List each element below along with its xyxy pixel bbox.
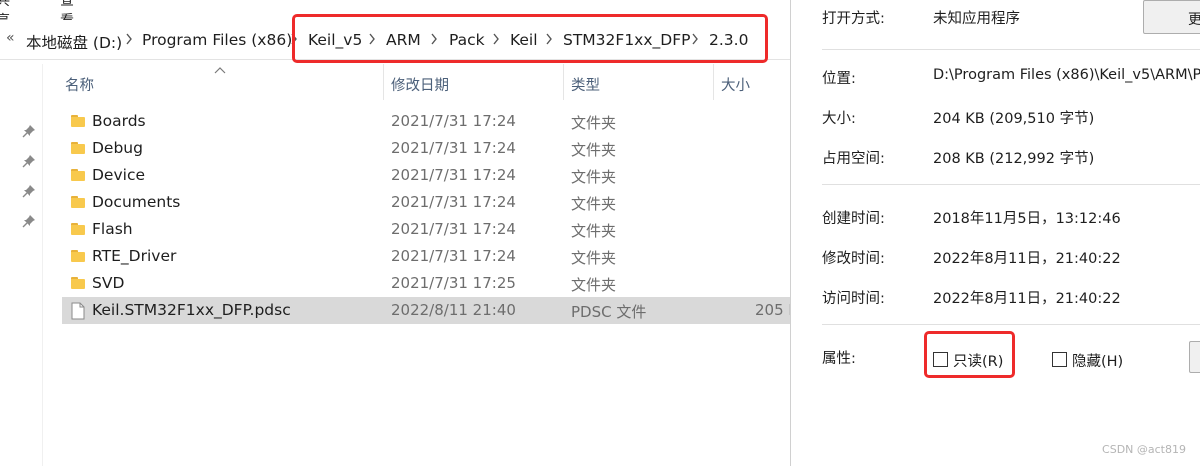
open-with-value: 未知应用程序 xyxy=(933,11,1020,27)
folder-icon xyxy=(70,113,86,133)
column-header-row: 名称 修改日期 类型 大小 xyxy=(0,64,790,100)
nav-pane-divider xyxy=(42,64,43,466)
file-icon xyxy=(70,302,86,324)
file-name: Keil.STM32F1xx_DFP.pdsc xyxy=(92,301,291,319)
breadcrumb-drive[interactable]: 本地磁盘 (D:) xyxy=(26,31,122,53)
disk-size-value: 208 KB (212,992 字节) xyxy=(933,151,1095,167)
checkbox-box[interactable] xyxy=(1052,352,1067,367)
table-row[interactable]: Documents 2021/7/31 17:24 文件夹 xyxy=(62,189,790,216)
file-name: Documents xyxy=(92,193,181,211)
highlight-box-readonly xyxy=(924,331,1015,378)
file-type: 文件夹 xyxy=(571,276,617,294)
watermark: CSDN @act819 xyxy=(1102,443,1186,456)
breadcrumb-program-files[interactable]: Program Files (x86) xyxy=(142,31,292,49)
folder-icon xyxy=(70,248,86,268)
table-row[interactable]: Device 2021/7/31 17:24 文件夹 xyxy=(62,162,790,189)
table-row[interactable]: Boards 2021/7/31 17:24 文件夹 xyxy=(62,108,790,135)
breadcrumb-overflow-icon[interactable]: « xyxy=(6,30,15,46)
folder-icon xyxy=(70,275,86,295)
size-label: 大小: xyxy=(822,111,856,127)
column-divider[interactable] xyxy=(563,64,564,100)
file-name: RTE_Driver xyxy=(92,247,177,265)
file-type: 文件夹 xyxy=(571,195,617,213)
modified-date: 2021/7/31 17:24 xyxy=(391,193,516,211)
file-name: SVD xyxy=(92,274,125,292)
modified-date: 2021/7/31 17:24 xyxy=(391,247,516,265)
pin-icon[interactable] xyxy=(22,154,36,172)
modified-date: 2021/7/31 17:24 xyxy=(391,112,516,130)
modified-date: 2021/7/31 17:24 xyxy=(391,139,516,157)
accessed-label: 访问时间: xyxy=(822,291,885,307)
hidden-checkbox[interactable]: 隐藏(H) xyxy=(1052,350,1132,370)
modified-value: 2022年8月11日，21:40:22 xyxy=(933,251,1121,267)
divider xyxy=(822,184,1200,185)
modified-date: 2021/7/31 17:25 xyxy=(391,274,516,292)
highlight-box-breadcrumb xyxy=(292,14,768,63)
size-value: 204 KB (209,510 字节) xyxy=(933,111,1095,127)
file-type: 文件夹 xyxy=(571,141,617,159)
folder-icon xyxy=(70,221,86,241)
divider xyxy=(822,324,1200,325)
location-label: 位置: xyxy=(822,71,856,87)
column-divider[interactable] xyxy=(713,64,714,100)
file-size: 205 K xyxy=(755,301,790,319)
file-type: 文件夹 xyxy=(571,114,617,132)
table-row[interactable]: Debug 2021/7/31 17:24 文件夹 xyxy=(62,135,790,162)
open-with-label: 打开方式: xyxy=(822,11,885,27)
table-row[interactable]: Keil.STM32F1xx_DFP.pdsc 2022/8/11 21:40 PD… xyxy=(62,297,790,324)
pin-icon[interactable] xyxy=(22,214,36,232)
folder-icon xyxy=(70,167,86,187)
file-type: PDSC 文件 xyxy=(571,303,647,321)
modified-label: 修改时间: xyxy=(822,251,885,267)
attributes-label: 属性: xyxy=(822,351,856,367)
column-header-date[interactable]: 修改日期 xyxy=(391,74,449,95)
table-row[interactable]: Flash 2021/7/31 17:24 文件夹 xyxy=(62,216,790,243)
column-divider[interactable] xyxy=(383,64,384,100)
file-name: Flash xyxy=(92,220,133,238)
divider xyxy=(822,49,1200,50)
chevron-right-icon[interactable] xyxy=(125,33,133,45)
file-type: 文件夹 xyxy=(571,222,617,240)
file-type: 文件夹 xyxy=(571,249,617,267)
location-value[interactable]: D:\Program Files (x86)\Keil_v5\ARM\Pa xyxy=(933,67,1200,83)
column-header-size[interactable]: 大小 xyxy=(721,74,750,95)
folder-icon xyxy=(70,140,86,160)
file-name: Device xyxy=(92,166,146,184)
created-label: 创建时间: xyxy=(822,211,885,227)
modified-date: 2021/7/31 17:24 xyxy=(391,166,516,184)
properties-dialog: 打开方式: 未知应用程序 更 位置: D:\Program Files (x86… xyxy=(790,0,1200,466)
pin-icon[interactable] xyxy=(22,124,36,142)
file-name: Boards xyxy=(92,112,146,130)
column-header-name[interactable]: 名称 xyxy=(65,74,94,95)
accessed-value: 2022年8月11日，21:40:22 xyxy=(933,291,1121,307)
pin-icon[interactable] xyxy=(22,184,36,202)
advanced-button[interactable] xyxy=(1189,341,1200,373)
column-header-type[interactable]: 类型 xyxy=(571,74,600,95)
file-type: 文件夹 xyxy=(571,168,617,186)
created-value: 2018年11月5日，13:12:46 xyxy=(933,211,1121,227)
folder-icon xyxy=(70,194,86,214)
table-row[interactable]: RTE_Driver 2021/7/31 17:24 文件夹 xyxy=(62,243,790,270)
modified-date: 2021/7/31 17:24 xyxy=(391,220,516,238)
disk-size-label: 占用空间: xyxy=(822,151,885,167)
file-explorer-window: 共享 查看 « 本地磁盘 (D:) Program Files (x86) Ke… xyxy=(0,0,790,466)
change-button[interactable]: 更 xyxy=(1143,0,1200,34)
file-name: Debug xyxy=(92,139,143,157)
modified-date: 2022/8/11 21:40 xyxy=(391,301,516,319)
table-row[interactable]: SVD 2021/7/31 17:25 文件夹 xyxy=(62,270,790,297)
hidden-label[interactable]: 隐藏(H) xyxy=(1072,350,1123,371)
